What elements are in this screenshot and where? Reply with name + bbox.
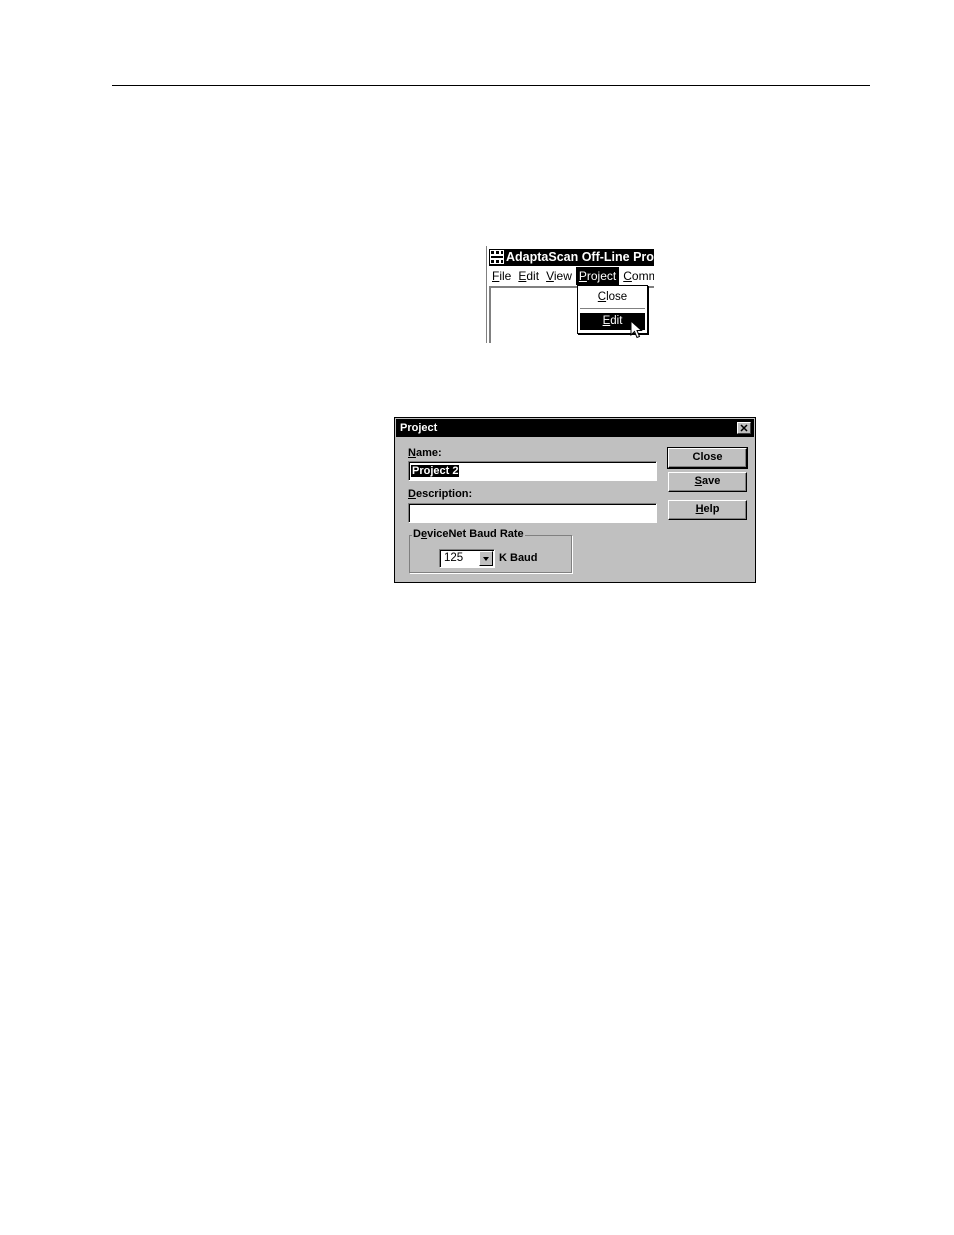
name-field[interactable]: Project 2 <box>408 461 657 481</box>
menu-file-rest: ile <box>499 269 512 283</box>
save-button-rest: ave <box>701 475 721 487</box>
menu-screenshot: AdaptaScan Off-Line Progr File Edit View Pr… <box>486 246 654 343</box>
description-label: Description: <box>408 488 473 500</box>
menu-view-mnemonic: V <box>546 269 554 283</box>
menu-view-rest: iew <box>553 269 572 283</box>
help-button-mnemonic: H <box>695 503 704 515</box>
name-label: Name: <box>408 447 442 459</box>
menu-file[interactable]: File <box>489 267 514 285</box>
dropdown-arrow-icon[interactable] <box>479 551 493 566</box>
page-header-rule <box>112 85 870 86</box>
save-button-mnemonic: S <box>694 475 702 487</box>
menu-separator <box>580 308 645 310</box>
dialog-title: Project <box>400 422 438 434</box>
app-icon <box>490 250 504 264</box>
menu-edit[interactable]: Edit <box>515 267 542 285</box>
baud-unit-label: K Baud <box>499 552 538 564</box>
menu-comm[interactable]: Comm <box>620 267 654 285</box>
menubar: File Edit View Project Comm <box>489 267 654 285</box>
dialog-title-bar: Project <box>396 419 754 437</box>
close-x-icon[interactable] <box>737 422 751 434</box>
name-field-value: Project 2 <box>411 465 460 477</box>
menu-project-mnemonic: P <box>578 269 587 283</box>
menu-item-close[interactable]: Close <box>580 289 645 306</box>
description-field[interactable] <box>408 503 657 523</box>
close-button-label: Close <box>692 451 723 463</box>
baud-rate-select[interactable]: 125 <box>439 549 495 568</box>
menu-item-close-rest: lose <box>606 291 628 303</box>
close-button[interactable]: Close <box>667 447 748 469</box>
menu-project-rest: roject <box>586 269 617 283</box>
help-button[interactable]: Help <box>668 500 747 520</box>
menu-view[interactable]: View <box>543 267 575 285</box>
baud-rate-value: 125 <box>444 552 464 564</box>
window-edge <box>486 246 487 343</box>
baud-rate-group-title: DeviceNet Baud Rate <box>412 528 525 540</box>
menu-project[interactable]: Project <box>575 267 620 285</box>
mouse-cursor-icon <box>630 320 643 339</box>
menu-comm-mnemonic: C <box>623 269 632 283</box>
menu-item-edit-rest: dit <box>610 315 623 327</box>
app-title: AdaptaScan Off-Line Progr <box>506 250 654 264</box>
help-button-rest: elp <box>703 503 720 515</box>
save-button[interactable]: Save <box>668 472 747 492</box>
project-dialog: Project Name: Project 2 Description: Clo… <box>394 417 756 583</box>
menu-comm-rest: omm <box>631 269 654 283</box>
app-title-bar: AdaptaScan Off-Line Progr <box>489 249 654 266</box>
menu-item-close-mnemonic: C <box>597 291 607 303</box>
menu-edit-rest: dit <box>526 269 540 283</box>
